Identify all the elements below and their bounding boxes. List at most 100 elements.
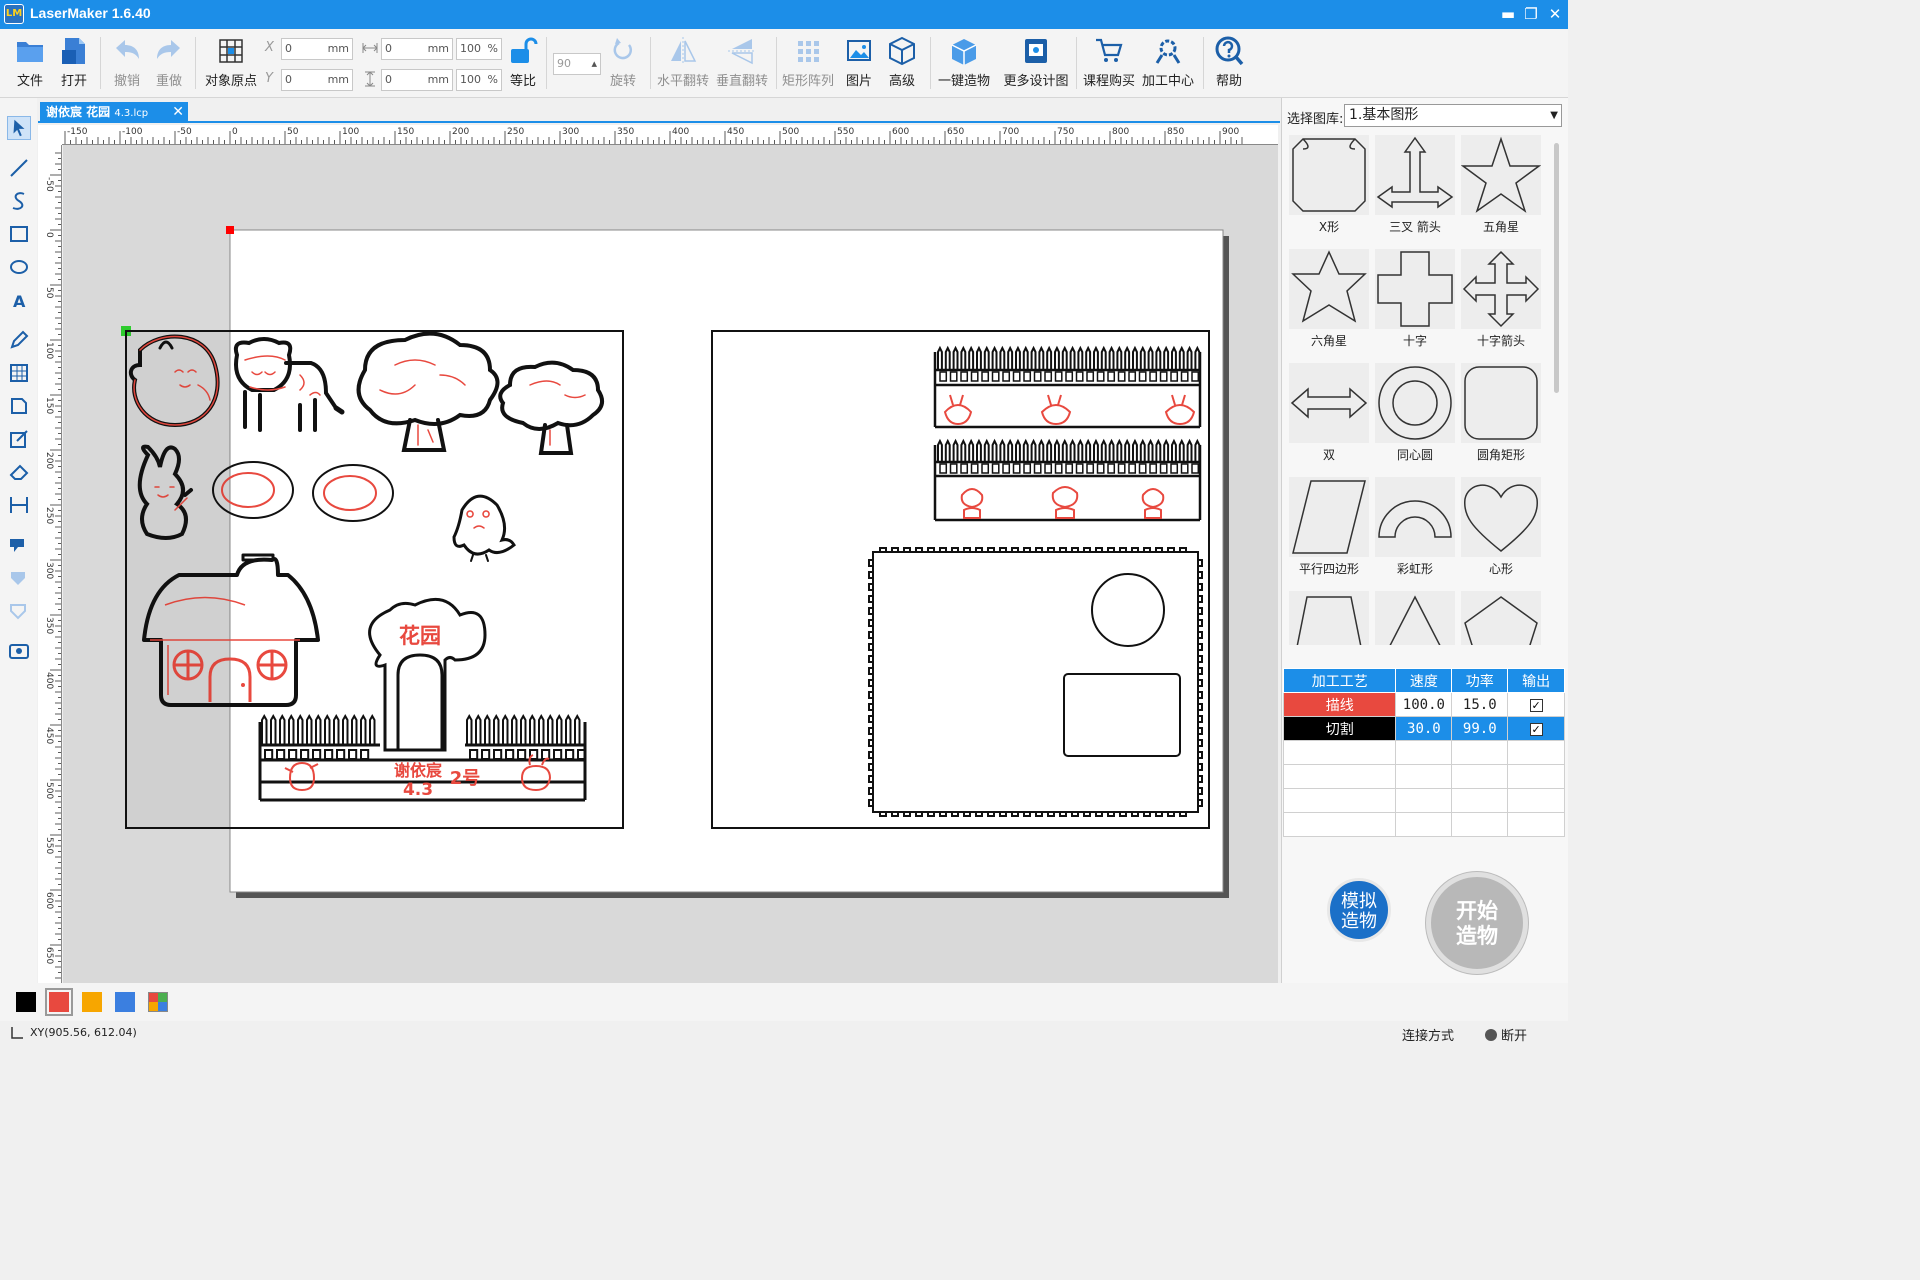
redo-button[interactable]: 重做 <box>148 33 190 93</box>
h-ruler-tick-label: 400 <box>672 127 689 137</box>
color-swatch-blue[interactable] <box>115 992 135 1012</box>
simulate-button[interactable]: 模拟 造物 <box>1327 878 1391 942</box>
object-origin-button[interactable]: 对象原点 <box>200 33 262 93</box>
toolbar: 文件 打开 撤销 重做 对象原点 X 0 mm Y 0 mm 0 mm 0 mm 100… <box>0 29 1568 98</box>
cart-icon <box>1096 38 1123 62</box>
shape-heart[interactable]: 心形 <box>1459 477 1543 589</box>
shape-five-star[interactable]: 五角星 <box>1459 135 1543 247</box>
shape-x[interactable]: X形 <box>1287 135 1371 247</box>
status-dot-icon <box>1485 1029 1497 1041</box>
rectangle-tool-icon[interactable] <box>7 222 31 246</box>
undo-button[interactable]: 撤销 <box>106 33 148 93</box>
document-tab-bar: 谢依宸 花园 4.3.lcp ✕ <box>38 98 1280 123</box>
v-ruler-tick-label: 150 <box>44 397 54 414</box>
shape-double-arrow[interactable]: 双 <box>1287 363 1371 475</box>
shape-six-star[interactable]: 六角星 <box>1287 249 1371 361</box>
layer-speed[interactable]: 100.0 <box>1395 692 1453 717</box>
connection-status[interactable]: 断开 <box>1485 1025 1527 1044</box>
layer-name[interactable]: 描线 <box>1282 692 1397 717</box>
color-swatch-multi[interactable] <box>148 992 168 1012</box>
shape-rounded-rect[interactable]: 圆角矩形 <box>1459 363 1543 475</box>
start-button[interactable]: 开始 造物 <box>1426 872 1528 974</box>
open-button[interactable]: 打开 <box>52 33 96 93</box>
library-scrollbar[interactable] <box>1554 143 1559 393</box>
x-position-field[interactable]: 0 mm <box>281 38 353 60</box>
v-ruler-tick-label: 550 <box>44 837 54 854</box>
vertical-flip-icon <box>728 39 756 65</box>
shape-concentric-circles[interactable]: 同心圆 <box>1373 363 1457 475</box>
shape-cross[interactable]: 十字 <box>1373 249 1457 361</box>
help-button[interactable]: 帮助 <box>1208 33 1250 93</box>
table-tool-icon[interactable] <box>7 361 31 385</box>
fill-tool-icon[interactable] <box>7 566 31 590</box>
rect-array-button[interactable]: 矩形阵列 <box>780 33 836 93</box>
ruler-corner <box>38 125 62 145</box>
shape-trapezoid[interactable] <box>1287 591 1371 645</box>
shape-triangle[interactable] <box>1373 591 1457 645</box>
close-button[interactable]: ✕ <box>1544 4 1566 24</box>
output-checkbox[interactable]: ✓ <box>1529 722 1543 736</box>
buy-course-button[interactable]: 课程购买 <box>1080 33 1138 93</box>
restore-button[interactable]: ❐ <box>1520 4 1542 24</box>
process-center-button[interactable]: 加工中心 <box>1139 33 1197 93</box>
minimize-button[interactable]: ▬ <box>1497 4 1519 24</box>
layer-name[interactable]: 切割 <box>1282 716 1397 741</box>
comment-tool-icon[interactable] <box>7 533 31 557</box>
layer-output[interactable]: ✓ <box>1507 692 1565 717</box>
curve-tool-icon[interactable] <box>7 189 31 213</box>
output-checkbox[interactable]: ✓ <box>1529 698 1543 712</box>
camera-tool-icon[interactable] <box>7 639 31 663</box>
one-click-make-button[interactable]: 一键造物 <box>935 33 993 93</box>
header-output: 输出 <box>1507 668 1565 693</box>
rotate-angle-field[interactable]: 90 ▴ <box>553 53 601 75</box>
measure-tool-icon[interactable] <box>7 493 31 517</box>
edit-tool-icon[interactable] <box>7 427 31 451</box>
image-button[interactable]: 图片 <box>840 33 878 93</box>
color-swatch-red[interactable] <box>45 988 73 1016</box>
header-speed: 速度 <box>1395 668 1453 693</box>
width-field[interactable]: 0 mm <box>381 38 453 60</box>
shape-tool-icon[interactable] <box>7 394 31 418</box>
connection-label: 连接方式 <box>1402 1029 1455 1044</box>
more-designs-button[interactable]: 更多设计图 <box>1000 33 1072 93</box>
eraser-tool-icon[interactable] <box>7 460 31 484</box>
line-tool-icon[interactable] <box>7 156 31 180</box>
pencil-tool-icon[interactable] <box>7 328 31 352</box>
file-button[interactable]: 文件 <box>8 33 52 93</box>
v-ruler-tick-label: 200 <box>44 452 54 469</box>
layer-output[interactable]: ✓ <box>1507 716 1565 741</box>
y-position-field[interactable]: 0 mm <box>281 69 353 91</box>
shape-parallelogram[interactable]: 平行四边形 <box>1287 477 1371 589</box>
shape-rainbow[interactable]: 彩虹形 <box>1373 477 1457 589</box>
layer-power[interactable]: 99.0 <box>1451 716 1509 741</box>
layer-row-outline[interactable]: 描线 100.0 15.0 ✓ <box>1282 692 1565 717</box>
layer-power[interactable]: 15.0 <box>1451 692 1509 717</box>
status-bar: XY(905.56, 612.04) 连接方式 断开 <box>0 1021 1568 1045</box>
shape-cross-arrow[interactable]: 十字箭头 <box>1459 249 1543 361</box>
layer-row-cut[interactable]: 切割 30.0 99.0 ✓ <box>1282 716 1565 741</box>
color-swatch-orange[interactable] <box>82 992 102 1012</box>
shape-trident-arrow[interactable]: 三叉 箭头 <box>1373 135 1457 247</box>
library-select[interactable]: 1.基本图形 ▼ <box>1344 104 1562 127</box>
h-ruler-tick-label: 450 <box>727 127 744 137</box>
lock-ratio-button[interactable]: 等比 <box>505 33 541 93</box>
shape-pentagon[interactable] <box>1459 591 1543 645</box>
vertical-flip-button[interactable]: 垂直翻转 <box>713 33 771 93</box>
shape-library-grid: X形 三叉 箭头 五角星 六角星 十字 十字箭头 双 同心圆 圆角矩形 平行四边… <box>1287 135 1549 645</box>
engrave-tool-icon[interactable] <box>7 599 31 623</box>
tab-close-button[interactable]: ✕ <box>172 102 184 123</box>
rotate-button[interactable]: 旋转 <box>605 33 641 93</box>
select-pointer-icon[interactable] <box>7 116 31 140</box>
horizontal-flip-button[interactable]: 水平翻转 <box>655 33 711 93</box>
height-field[interactable]: 0 mm <box>381 69 453 91</box>
design-canvas[interactable]: 花园 谢依宸 2号 4.3 <box>63 145 1278 983</box>
text-tool-icon[interactable]: A <box>7 288 31 312</box>
layer-speed[interactable]: 30.0 <box>1395 716 1453 741</box>
color-swatch-black[interactable] <box>16 992 36 1012</box>
document-tab[interactable]: 谢依宸 花园 4.3.lcp ✕ <box>40 102 188 123</box>
advanced-button[interactable]: 高级 <box>882 33 922 93</box>
ellipse-tool-icon[interactable] <box>7 255 31 279</box>
height-percent-field[interactable]: 100% <box>456 69 502 91</box>
width-percent-field[interactable]: 100% <box>456 38 502 60</box>
h-ruler-tick-label: 550 <box>837 127 854 137</box>
